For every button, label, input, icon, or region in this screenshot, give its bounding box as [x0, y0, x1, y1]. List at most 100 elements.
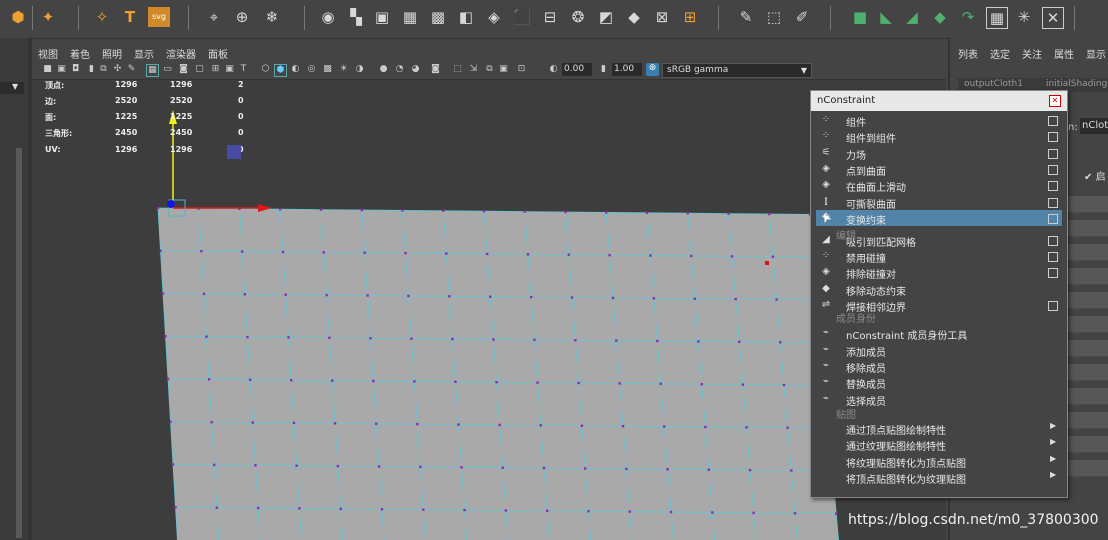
mesh-vertex[interactable] — [574, 339, 577, 342]
mesh-vertex[interactable] — [279, 208, 282, 211]
menu-lighting[interactable]: 照明 — [102, 46, 122, 61]
mesh-vertex[interactable] — [693, 297, 696, 300]
option-box[interactable] — [1048, 268, 1058, 278]
mesh-vertex[interactable] — [539, 424, 542, 427]
menu-focus[interactable]: 关注 — [1022, 46, 1042, 61]
passive-collider-icon[interactable]: ◣ — [876, 7, 896, 27]
option-box[interactable] — [1048, 214, 1058, 224]
mesh-vertex[interactable] — [295, 464, 298, 467]
mesh-vertex[interactable] — [284, 293, 287, 296]
mesh-vertex[interactable] — [628, 510, 631, 513]
mesh-vertex[interactable] — [835, 512, 838, 515]
option-box[interactable] — [1048, 132, 1058, 142]
mesh-vertex[interactable] — [325, 293, 328, 297]
mesh-vertex[interactable] — [404, 251, 407, 255]
mesh-vertex[interactable] — [775, 298, 778, 301]
mesh-vertex[interactable] — [377, 465, 381, 468]
plane-icon[interactable]: ◆ — [624, 7, 644, 27]
channel-row[interactable] — [1068, 436, 1108, 453]
left-dropdown[interactable]: ▼ — [0, 82, 24, 94]
mesh-vertex[interactable] — [289, 379, 293, 382]
mesh-vertex[interactable] — [319, 208, 323, 211]
mesh-vertex[interactable] — [652, 297, 656, 300]
mesh-vertex[interactable] — [608, 253, 611, 257]
mesh-vertex[interactable] — [156, 206, 160, 210]
bevel-icon[interactable]: ⊟ — [540, 7, 560, 27]
mesh-vertex[interactable] — [567, 253, 570, 256]
menu-item[interactable]: ⁘ 禁用碰撞 — [816, 248, 1062, 265]
mesh-vertex[interactable] — [686, 212, 689, 215]
menu-item[interactable]: ⫾ 可撕裂曲面 — [816, 194, 1062, 211]
bookmark-icon[interactable]: ▮ — [86, 64, 97, 75]
cloth-mesh[interactable] — [156, 206, 841, 540]
mesh-vertex[interactable] — [159, 249, 162, 252]
mesh-vertex[interactable] — [375, 422, 378, 425]
channel-row[interactable] — [1068, 364, 1108, 381]
uv-icon[interactable]: ⊕ — [232, 7, 252, 27]
option-box[interactable] — [1048, 236, 1058, 246]
mesh-vertex[interactable] — [741, 383, 745, 386]
mesh-vertex[interactable] — [697, 340, 700, 343]
mesh-vertex[interactable] — [416, 422, 419, 426]
channel-row[interactable] — [1068, 340, 1108, 357]
menu-item[interactable]: ✥ 变换约束 — [816, 210, 1062, 227]
channel-row[interactable] — [1068, 244, 1108, 261]
mesh-vertex[interactable] — [333, 422, 337, 425]
mesh-vertex[interactable] — [215, 506, 218, 509]
mesh-vertex[interactable] — [504, 509, 508, 512]
hud-icon[interactable]: ▣ — [498, 64, 509, 75]
channel-row[interactable] — [1068, 412, 1108, 429]
menu-item[interactable]: ⌁ 添加成员 — [816, 342, 1062, 359]
mesh-vertex[interactable] — [583, 467, 587, 470]
xray-joints-icon[interactable]: ⇲ — [468, 64, 479, 75]
extrude-icon[interactable]: ◩ — [596, 7, 616, 27]
mesh-vertex[interactable] — [611, 296, 615, 300]
mesh-vertex[interactable] — [419, 465, 422, 469]
channel-row[interactable] — [1068, 268, 1108, 285]
left-scrollbar[interactable] — [16, 148, 22, 538]
window-title-bar[interactable]: nConstraint ✕ — [811, 91, 1067, 111]
mesh-vertex[interactable] — [339, 507, 342, 511]
mesh-vertex[interactable] — [768, 212, 771, 216]
mesh-vertex[interactable] — [256, 506, 260, 510]
mesh-vertex[interactable] — [254, 464, 257, 467]
mesh-vertex[interactable] — [615, 339, 618, 342]
menu-show[interactable]: 显示 — [134, 46, 154, 61]
motion-blur-icon[interactable]: ◔ — [394, 64, 405, 75]
mesh-vertex[interactable] — [248, 378, 252, 381]
mesh-vertex[interactable] — [243, 293, 247, 296]
exposure-input[interactable]: 0.00 — [562, 63, 592, 76]
tab-outputcloth[interactable]: outputCloth1 — [964, 79, 1023, 89]
mesh-vertex[interactable] — [536, 381, 539, 384]
reduce-icon[interactable]: ▩ — [428, 7, 448, 27]
mesh-vertex[interactable] — [771, 255, 775, 258]
default-material-icon[interactable]: ◐ — [290, 64, 301, 75]
exposure-icon[interactable]: ⊡ — [516, 64, 527, 75]
mesh-vertex[interactable] — [790, 469, 793, 472]
color-management-icon[interactable]: ⊛ — [646, 63, 659, 76]
menu-item[interactable]: ◈ 点到曲面 — [816, 161, 1062, 178]
mesh-vertex[interactable] — [738, 340, 741, 344]
safe-action-icon[interactable]: ▣ — [224, 64, 235, 75]
channel-row[interactable] — [1068, 196, 1108, 213]
mesh-vertex[interactable] — [328, 336, 331, 340]
z-axis-manipulator[interactable] — [167, 200, 175, 208]
mesh-vertex[interactable] — [495, 381, 498, 384]
mesh-vertex[interactable] — [786, 426, 789, 429]
option-box[interactable] — [1048, 198, 1058, 208]
all-lights-icon[interactable]: ☀ — [338, 64, 349, 75]
mesh-vertex[interactable] — [618, 382, 621, 385]
mesh-vertex[interactable] — [448, 295, 451, 298]
separate-icon[interactable]: ▚ — [346, 7, 366, 27]
close-icon[interactable]: ✕ — [1049, 95, 1061, 107]
menu-item[interactable]: ⌁ nConstraint 成员身份工具 — [816, 325, 1062, 342]
menu-display[interactable]: 显示 — [1086, 46, 1106, 61]
menu-item[interactable]: ◈ 在曲面上滑动 — [816, 177, 1062, 194]
mesh-vertex[interactable] — [485, 252, 489, 256]
mesh-vertex[interactable] — [161, 292, 165, 295]
mesh-vertex[interactable] — [666, 468, 669, 471]
mesh-vertex[interactable] — [457, 423, 460, 426]
mesh-vertex[interactable] — [748, 468, 752, 472]
mesh-vertex[interactable] — [605, 211, 608, 214]
mesh-vertex[interactable] — [200, 249, 203, 253]
